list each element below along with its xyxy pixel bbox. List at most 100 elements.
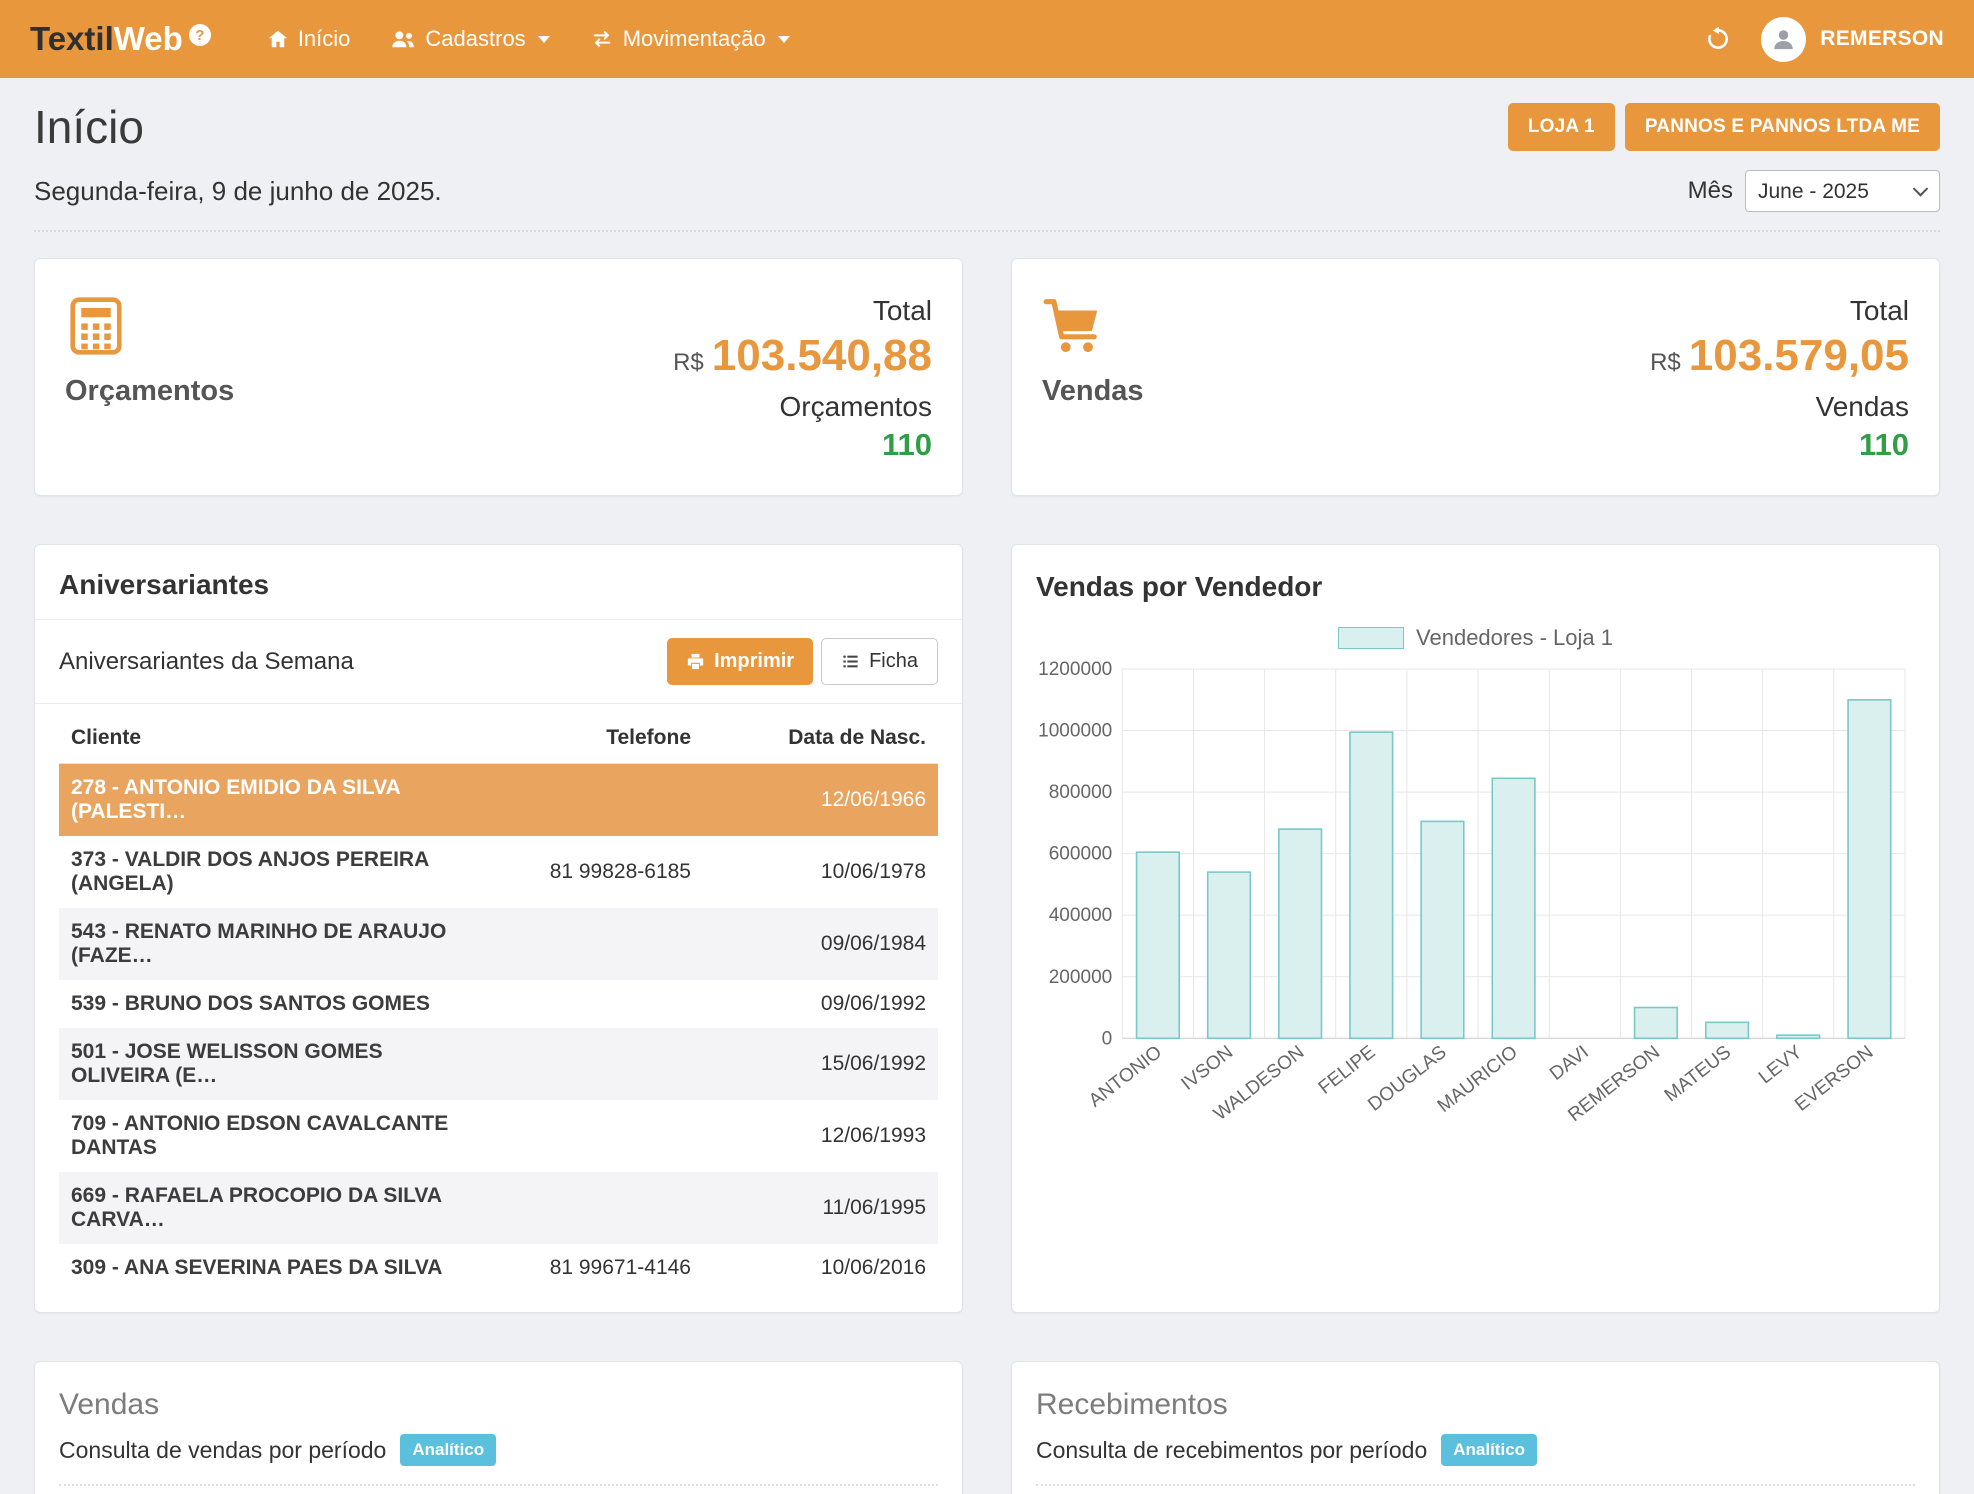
client-cell: 669 - RAFAELA PROCOPIO DA SILVA CARVA… bbox=[59, 1172, 478, 1244]
svg-text:400000: 400000 bbox=[1049, 905, 1113, 926]
refresh-icon bbox=[1705, 26, 1731, 52]
legend-label: Vendedores - Loja 1 bbox=[1416, 625, 1613, 651]
ficha-button[interactable]: Ficha bbox=[821, 638, 938, 685]
ficha-label: Ficha bbox=[869, 650, 918, 673]
card-divider bbox=[1036, 1484, 1915, 1486]
month-select-wrap: June - 2025 bbox=[1745, 170, 1940, 212]
svg-text:200000: 200000 bbox=[1049, 967, 1113, 988]
list-icon bbox=[841, 652, 860, 671]
chart-bar bbox=[1208, 872, 1251, 1038]
svg-text:FELIPE: FELIPE bbox=[1315, 1042, 1380, 1099]
table-row[interactable]: 539 - BRUNO DOS SANTOS GOMES 09/06/1992 bbox=[59, 980, 938, 1028]
client-cell: 539 - BRUNO DOS SANTOS GOMES bbox=[59, 980, 478, 1028]
client-cell: 709 - ANTONIO EDSON CAVALCANTE DANTAS bbox=[59, 1100, 478, 1172]
client-cell: 309 - ANA SEVERINA PAES DA SILVA bbox=[59, 1244, 478, 1292]
bottom-card-title: Vendas bbox=[59, 1388, 938, 1422]
svg-text:LEVY: LEVY bbox=[1755, 1042, 1807, 1089]
table-row[interactable]: 278 - ANTONIO EMIDIO DA SILVA (PALESTI…1… bbox=[59, 764, 938, 837]
count-value: 110 bbox=[1650, 427, 1909, 463]
count-value: 110 bbox=[673, 427, 932, 463]
refresh-button[interactable] bbox=[1705, 26, 1731, 52]
analitico-badge: Analítico bbox=[1441, 1434, 1537, 1466]
chart-bar bbox=[1777, 1035, 1820, 1038]
birthdate-cell: 12/06/1993 bbox=[703, 1100, 938, 1172]
home-icon bbox=[267, 28, 289, 50]
count-label: Orçamentos bbox=[673, 391, 932, 423]
analitico-badge: Analítico bbox=[400, 1434, 496, 1466]
nav-movimentacao-label: Movimentação bbox=[623, 26, 766, 52]
nav-movimentacao[interactable]: Movimentação bbox=[590, 26, 790, 52]
svg-text:IVSON: IVSON bbox=[1178, 1042, 1238, 1095]
nav-inicio[interactable]: Início bbox=[267, 26, 351, 52]
svg-text:MAURICIO: MAURICIO bbox=[1434, 1042, 1522, 1117]
summary-name: Orçamentos bbox=[65, 375, 234, 408]
recebimentos-consulta-card: Recebimentos Consulta de recebimentos po… bbox=[1011, 1361, 1940, 1494]
table-row[interactable]: 373 - VALDIR DOS ANJOS PEREIRA (ANGELA)8… bbox=[59, 836, 938, 908]
phone-cell bbox=[478, 1100, 703, 1172]
store-button[interactable]: LOJA 1 bbox=[1508, 103, 1615, 151]
client-cell: 543 - RENATO MARINHO DE ARAUJO (FAZE… bbox=[59, 908, 478, 980]
phone-cell bbox=[478, 1028, 703, 1100]
card-divider bbox=[59, 1484, 938, 1486]
birthday-table-body: 278 - ANTONIO EMIDIO DA SILVA (PALESTI…1… bbox=[59, 764, 938, 1293]
chart-bar bbox=[1279, 829, 1322, 1038]
count-label: Vendas bbox=[1650, 391, 1909, 423]
svg-text:ANTONIO: ANTONIO bbox=[1085, 1042, 1166, 1112]
table-row[interactable]: 669 - RAFAELA PROCOPIO DA SILVA CARVA… 11… bbox=[59, 1172, 938, 1244]
birthdate-cell: 09/06/1992 bbox=[703, 980, 938, 1028]
phone-cell: 81 99671-4146 bbox=[478, 1244, 703, 1292]
cart-icon bbox=[1042, 295, 1104, 357]
bottom-card-description: Consulta de vendas por período bbox=[59, 1437, 386, 1464]
chart-bar bbox=[1706, 1022, 1749, 1038]
summary-name: Vendas bbox=[1042, 375, 1144, 408]
svg-text:0: 0 bbox=[1102, 1028, 1113, 1049]
svg-text:DAVI: DAVI bbox=[1546, 1042, 1593, 1085]
nav-inicio-label: Início bbox=[298, 26, 351, 52]
main-content: Início LOJA 1 PANNOS E PANNOS LTDA ME Se… bbox=[0, 78, 1974, 1494]
chart-bar bbox=[1635, 1007, 1678, 1038]
birthdate-cell: 10/06/2016 bbox=[703, 1244, 938, 1292]
brand-textil: Textil bbox=[30, 20, 114, 58]
table-row[interactable]: 543 - RENATO MARINHO DE ARAUJO (FAZE…09/… bbox=[59, 908, 938, 980]
chart-bar bbox=[1350, 732, 1393, 1038]
brand-web: Web bbox=[114, 20, 183, 58]
table-row[interactable]: 309 - ANA SEVERINA PAES DA SILVA81 99671… bbox=[59, 1244, 938, 1292]
top-navbar: TextilWeb ? Início Cadastros Movimentaçã… bbox=[0, 0, 1974, 78]
table-row[interactable]: 709 - ANTONIO EDSON CAVALCANTE DANTAS 12/… bbox=[59, 1100, 938, 1172]
svg-text:1000000: 1000000 bbox=[1038, 721, 1112, 742]
birthdate-cell: 15/06/1992 bbox=[703, 1028, 938, 1100]
svg-text:EVERSON: EVERSON bbox=[1791, 1042, 1877, 1116]
phone-cell bbox=[478, 980, 703, 1028]
company-button[interactable]: PANNOS E PANNOS LTDA ME bbox=[1625, 103, 1940, 151]
app-logo[interactable]: TextilWeb ? bbox=[30, 20, 211, 58]
aniversariantes-title: Aniversariantes bbox=[35, 545, 962, 620]
total-amount: 103.579,05 bbox=[1689, 331, 1909, 381]
aniversariantes-card: Aniversariantes Aniversariantes da Seman… bbox=[34, 544, 963, 1313]
imprimir-label: Imprimir bbox=[714, 650, 794, 673]
client-cell: 501 - JOSE WELISSON GOMES OLIVEIRA (E… bbox=[59, 1028, 478, 1100]
nav-cadastros[interactable]: Cadastros bbox=[390, 26, 549, 52]
imprimir-button[interactable]: Imprimir bbox=[667, 638, 813, 685]
currency-symbol: R$ bbox=[673, 349, 704, 377]
total-amount: 103.540,88 bbox=[712, 331, 932, 381]
chart-bar bbox=[1137, 852, 1180, 1038]
svg-text:600000: 600000 bbox=[1049, 844, 1113, 865]
month-select[interactable]: June - 2025 bbox=[1745, 170, 1940, 212]
bottom-card-title: Recebimentos bbox=[1036, 1388, 1915, 1422]
svg-text:MATEUS: MATEUS bbox=[1661, 1042, 1735, 1107]
chart-title: Vendas por Vendedor bbox=[1012, 545, 1939, 609]
exchange-icon bbox=[590, 28, 614, 50]
current-date: Segunda-feira, 9 de junho de 2025. bbox=[34, 176, 442, 207]
users-icon bbox=[390, 28, 416, 50]
nav-cadastros-label: Cadastros bbox=[425, 26, 525, 52]
main-navigation: Início Cadastros Movimentação bbox=[267, 26, 790, 52]
chart-bar bbox=[1492, 778, 1535, 1038]
birthdate-cell: 11/06/1995 bbox=[703, 1172, 938, 1244]
column-header-data-nasc: Data de Nasc. bbox=[703, 710, 938, 764]
table-row[interactable]: 501 - JOSE WELISSON GOMES OLIVEIRA (E… 15… bbox=[59, 1028, 938, 1100]
chart-bar bbox=[1421, 821, 1464, 1038]
user-menu[interactable]: REMERSON bbox=[1761, 17, 1944, 62]
vendas-por-vendedor-card: Vendas por Vendedor Vendedores - Loja 1 … bbox=[1011, 544, 1940, 1313]
birthdate-cell: 10/06/1978 bbox=[703, 836, 938, 908]
help-icon[interactable]: ? bbox=[189, 24, 211, 46]
